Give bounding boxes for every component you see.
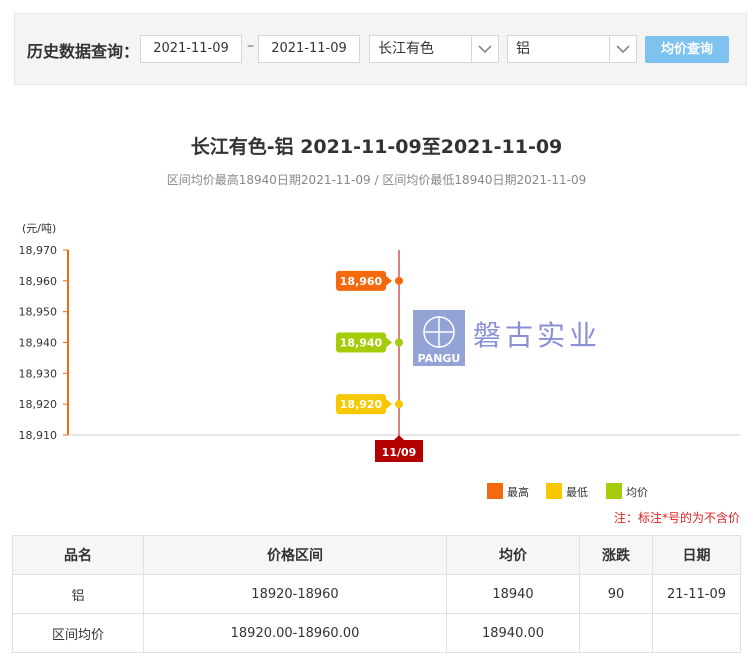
- y-axis-unit-label: (元/吨): [22, 222, 56, 235]
- legend-label: 均价: [626, 486, 648, 499]
- table-row: 铝 18920-18960 18940 90 21-11-09: [12, 574, 741, 614]
- data-label-pointer: [386, 337, 392, 348]
- data-label: 18,940: [340, 337, 383, 350]
- y-axis-ticks: 18,970 18,960 18,950 18,940 18,930 18,920 18,9…: [19, 244, 68, 442]
- series-points: 18,960 18,940 18,920: [336, 270, 403, 415]
- x-axis-category-label: 11/09: [375, 435, 423, 462]
- column-header: 日期: [652, 535, 741, 575]
- column-header: 价格区间: [143, 535, 447, 575]
- table-cell: [652, 613, 741, 653]
- table-row: 区间均价 18920.00-18960.00 18940.00: [12, 613, 741, 653]
- metal-select-value: 铝: [516, 41, 530, 57]
- average-price-query-button[interactable]: 均价查询: [645, 36, 729, 63]
- data-label-pointer: [386, 275, 392, 286]
- chevron-down-icon: [609, 36, 636, 62]
- legend-swatch: [606, 483, 622, 499]
- end-date-input[interactable]: 2021-11-09: [258, 35, 360, 63]
- table-header-row: 品名 价格区间 均价 涨跌 日期: [12, 535, 741, 575]
- y-tick-label: 18,950: [19, 306, 58, 319]
- legend-swatch: [487, 483, 503, 499]
- column-header: 均价: [446, 535, 580, 575]
- y-tick-label: 18,920: [19, 398, 58, 411]
- watermark-logo-text: PANGU: [418, 352, 461, 365]
- table-cell: 18920.00-18960.00: [143, 613, 447, 653]
- market-select[interactable]: 长江有色: [369, 35, 499, 63]
- y-tick-label: 18,960: [19, 275, 58, 288]
- y-tick-label: 18,940: [19, 337, 58, 350]
- legend-label: 最低: [566, 486, 588, 499]
- x-tick-label: 11/09: [382, 446, 417, 459]
- date-range-dash: –: [247, 38, 254, 54]
- query-bar: 历史数据查询： 2021-11-09 – 2021-11-09 长江有色 铝 均…: [14, 13, 747, 85]
- chevron-down-icon: [471, 36, 498, 62]
- table-cell: [579, 613, 653, 653]
- data-label: 18,920: [340, 398, 383, 411]
- table-cell: 铝: [12, 574, 144, 614]
- start-date-input[interactable]: 2021-11-09: [140, 35, 242, 63]
- table-cell: 18920-18960: [143, 574, 447, 614]
- data-point: [395, 338, 403, 347]
- column-header: 涨跌: [579, 535, 653, 575]
- chart-title: 长江有色-铝 2021-11-09至2021-11-09: [190, 136, 563, 158]
- column-header: 品名: [12, 535, 144, 575]
- data-point: [395, 276, 403, 285]
- y-tick-label: 18,970: [19, 244, 58, 257]
- data-label: 18,960: [340, 275, 383, 288]
- chart-legend: 最高 最低 均价: [487, 483, 648, 499]
- y-tick-label: 18,930: [19, 367, 58, 380]
- table-cell: 18940: [446, 574, 580, 614]
- legend-label: 最高: [507, 485, 529, 499]
- table-cell: 区间均价: [12, 613, 144, 653]
- metal-select[interactable]: 铝: [507, 35, 637, 63]
- price-chart: (元/吨) 18,97018,96018,95018,94018,93018,9…: [19, 222, 740, 499]
- price-note: 注：标注*号的为不含价: [613, 511, 740, 525]
- y-tick-label: 18,910: [19, 429, 58, 442]
- table-cell: 21-11-09: [652, 574, 741, 614]
- watermark: PANGU 磐古实业: [413, 310, 601, 366]
- data-point: [395, 400, 403, 409]
- watermark-company-text: 磐古实业: [473, 319, 601, 352]
- legend-swatch: [546, 483, 562, 499]
- table-cell: 18940.00: [446, 613, 580, 653]
- price-table: 品名 价格区间 均价 涨跌 日期 铝 18920-18960 18940 90 …: [12, 535, 741, 653]
- x-label-pointer: [394, 435, 404, 440]
- table-cell: 90: [579, 574, 653, 614]
- query-label: 历史数据查询：: [27, 42, 140, 61]
- market-select-value: 长江有色: [378, 41, 434, 57]
- data-label-pointer: [386, 399, 392, 410]
- chart-subtitle: 区间均价最高18940日期2021-11-09 / 区间均价最低18940日期2…: [166, 173, 587, 187]
